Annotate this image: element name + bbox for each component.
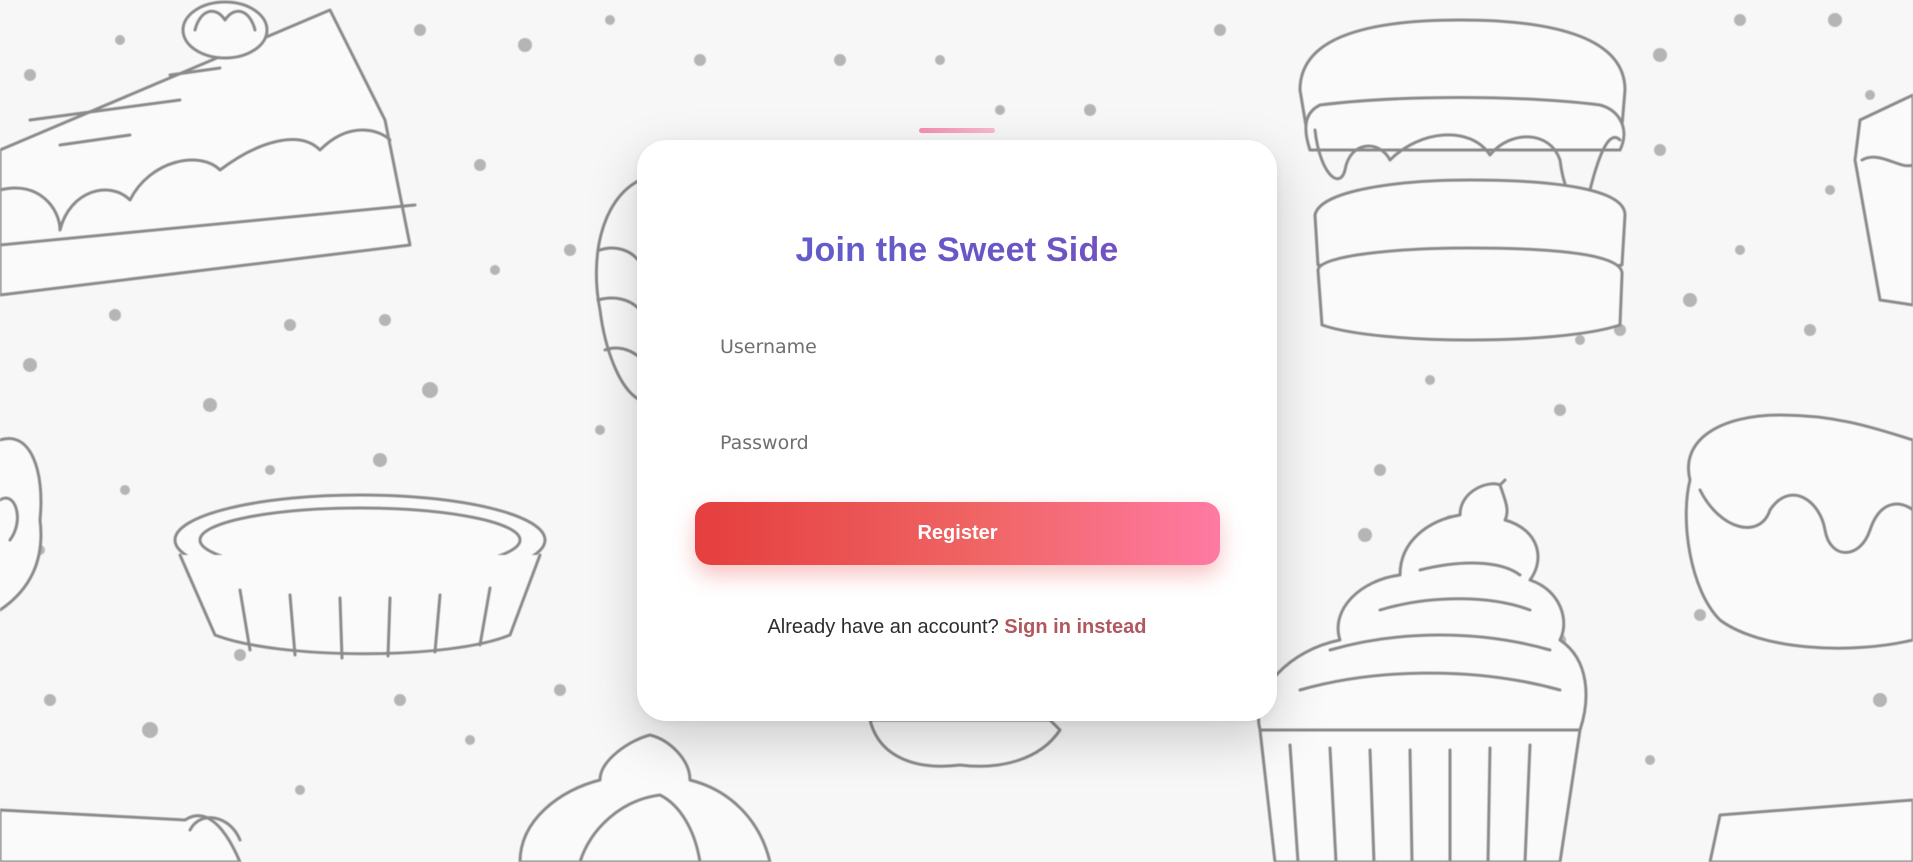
register-button[interactable]: Register <box>695 502 1220 565</box>
signin-row: Already have an account? Sign in instead <box>637 616 1277 639</box>
register-card: Join the Sweet Side Register Already hav… <box>637 140 1277 721</box>
cookie-sketch <box>868 718 1062 768</box>
username-input[interactable] <box>695 319 1220 375</box>
top-accent-bar <box>919 128 995 133</box>
password-input[interactable] <box>695 415 1220 471</box>
croissant-sketch <box>594 178 642 402</box>
tart-sketch <box>173 493 547 660</box>
page-title: Join the Sweet Side <box>637 231 1277 270</box>
pie-slice-sketch <box>0 808 242 862</box>
cake-slice-right-sketch <box>1853 93 1913 307</box>
cake-wedge-sketch <box>1708 798 1913 862</box>
signin-prompt: Already have an account? <box>767 616 1005 638</box>
layer-cake-sketch <box>1298 18 1627 342</box>
cake-slice-sketch <box>0 0 417 297</box>
cream-puff-sketch <box>1684 413 1913 650</box>
signin-link[interactable]: Sign in instead <box>1004 616 1146 638</box>
cupcake-sketch <box>1257 478 1588 862</box>
bottom-swirl-sketch <box>518 733 772 862</box>
donut-sketch <box>0 437 43 612</box>
